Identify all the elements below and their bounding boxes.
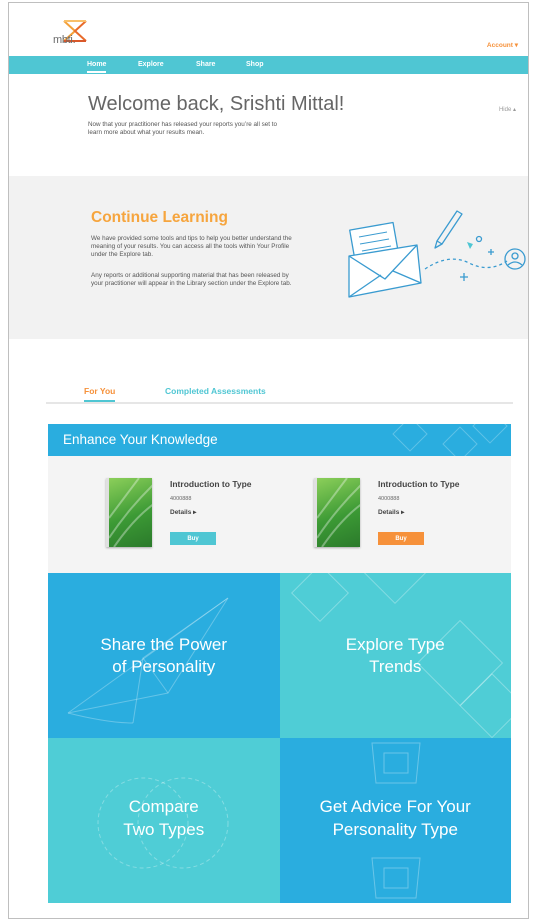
product-code: 4000888 xyxy=(378,496,400,502)
product-code: 4000888 xyxy=(170,496,192,502)
tile-compare-types-line1: Compare xyxy=(128,797,199,816)
nav-home[interactable]: Home xyxy=(87,61,107,73)
tab-for-you[interactable]: For You xyxy=(84,386,116,402)
buy-button[interactable]: Buy xyxy=(378,532,424,545)
tile-explore-trends[interactable]: Explore Type Trends xyxy=(279,573,511,738)
feature-tiles: Share the Power of Personality Explore T… xyxy=(48,573,511,903)
main-nav: Home Explore Share Shop xyxy=(9,56,528,74)
book-cover-image[interactable] xyxy=(314,478,360,547)
content-tabs: For You Completed Assessments xyxy=(46,386,513,404)
tile-compare-types[interactable]: Compare Two Types xyxy=(48,738,280,903)
product-details-link[interactable]: Details ▸ xyxy=(378,508,404,516)
account-menu[interactable]: Account ▾ xyxy=(487,41,518,49)
tile-share-power-line2: of Personality xyxy=(112,657,216,676)
products-row: Introduction to Type 4000888 Details ▸ B… xyxy=(48,456,511,573)
enhance-knowledge-header: Enhance Your Knowledge xyxy=(48,424,511,456)
product-details-link[interactable]: Details ▸ xyxy=(170,508,196,516)
page-frame: mbti. Account ▾ Home Explore Share Shop … xyxy=(8,2,529,919)
enhance-knowledge-title: Enhance Your Knowledge xyxy=(63,432,218,447)
continue-learning-paragraph-1: We have provided some tools and tips to … xyxy=(91,235,292,258)
tile-get-advice-line1: Get Advice For Your xyxy=(319,797,471,816)
welcome-title: Welcome back, Srishti Mittal! xyxy=(88,93,345,115)
tile-explore-trends-line2: Trends xyxy=(369,657,422,676)
book-cover-image[interactable] xyxy=(106,478,152,547)
continue-learning-title: Continue Learning xyxy=(91,209,228,226)
tile-share-power[interactable]: Share the Power of Personality xyxy=(48,573,280,738)
nav-explore[interactable]: Explore xyxy=(138,61,164,68)
buy-button[interactable]: Buy xyxy=(170,532,216,545)
nav-shop[interactable]: Shop xyxy=(246,61,264,68)
tab-completed-assessments[interactable]: Completed Assessments xyxy=(165,386,266,396)
tile-explore-trends-line1: Explore Type xyxy=(345,635,445,654)
continue-learning-panel: Continue Learning We have provided some … xyxy=(9,176,528,339)
nav-share[interactable]: Share xyxy=(196,61,215,68)
logo-text: mbti. xyxy=(53,34,76,46)
product-card: Introduction to Type 4000888 Details ▸ B… xyxy=(94,476,304,566)
product-card: Introduction to Type 4000888 Details ▸ B… xyxy=(302,476,512,566)
product-name[interactable]: Introduction to Type xyxy=(170,479,252,489)
tile-get-advice[interactable]: Get Advice For Your Personality Type xyxy=(279,738,511,903)
envelope-illustration-icon xyxy=(348,210,526,298)
hide-button[interactable]: Hide ▴ xyxy=(499,106,516,113)
continue-learning-paragraph-2: Any reports or additional supporting mat… xyxy=(91,272,292,287)
tile-compare-types-line2: Two Types xyxy=(123,820,205,839)
tile-share-power-line1: Share the Power xyxy=(100,635,228,654)
tile-get-advice-line2: Personality Type xyxy=(332,820,458,839)
product-name[interactable]: Introduction to Type xyxy=(378,479,460,489)
welcome-message: Now that your practitioner has released … xyxy=(88,121,277,136)
